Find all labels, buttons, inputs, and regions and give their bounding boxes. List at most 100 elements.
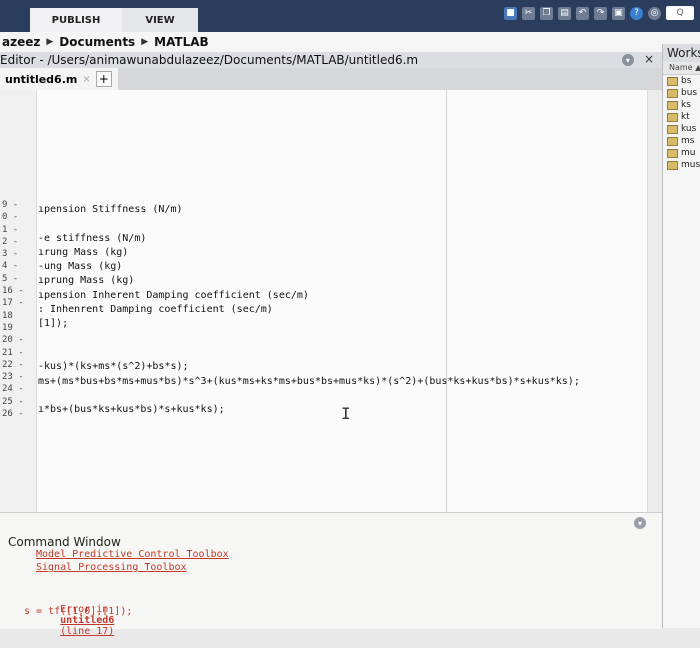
file-tab-label: untitled6.m — [5, 72, 78, 86]
line-number: 20 - — [2, 335, 24, 346]
code-line[interactable] — [38, 390, 648, 404]
code-line[interactable]: -kus)*(ks+ms*(s^2)+bs*s); — [38, 361, 648, 375]
workspace-variable-name: kt — [681, 112, 690, 122]
toolbox-link-signal[interactable]: Signal Processing Toolbox — [36, 562, 229, 575]
line-number: 24 - — [2, 384, 24, 395]
editor-file-tabs: untitled6.m × + — [0, 68, 662, 90]
line-number-gutter: 9 - 0 -1 -2 - 3 -4 -5 - 16 -17 -18 19 20 -21 … — [0, 90, 37, 512]
line-number: 22 - — [2, 359, 24, 370]
matrix-variable-icon — [667, 136, 678, 146]
matrix-variable-icon — [667, 160, 678, 170]
cut-icon[interactable]: ✂ — [522, 6, 535, 20]
switch-windows-icon[interactable]: ▣ — [612, 6, 625, 20]
matrix-variable-icon — [667, 76, 678, 86]
code-line[interactable]: ıpension Stiffness (N/m) — [38, 204, 648, 218]
line-number: 19 — [2, 322, 13, 333]
editor-actions-icon[interactable]: ▾ — [621, 54, 634, 66]
workspace-panel: Works Name ▲ bs bus ks kt kus ms mu mus — [662, 44, 700, 628]
breadcrumb-item-user[interactable]: azeez — [2, 35, 40, 49]
tab-untitled6[interactable]: untitled6.m × + — [0, 68, 118, 90]
code-line[interactable] — [38, 447, 648, 461]
line-number: 18 — [2, 310, 13, 321]
workspace-variable-list: bs bus ks kt kus ms mu mus — [663, 75, 700, 171]
command-window-actions-icon[interactable]: ▾ — [634, 517, 646, 529]
line-number: 17 - — [2, 298, 24, 309]
breadcrumb-item-documents[interactable]: Documents — [59, 35, 135, 49]
close-editor-button[interactable]: × — [644, 52, 654, 66]
code-line[interactable]: ırung Mass (kg) — [38, 247, 648, 261]
code-line[interactable]: ms+(ms*bus+bs*ms+mus*bs)*s^3+(kus*ms+ks*… — [38, 376, 648, 390]
workspace-variable[interactable]: bs — [663, 75, 700, 87]
line-number: 0 - — [2, 212, 19, 223]
workspace-name-column[interactable]: Name ▲ — [663, 62, 700, 75]
matrix-variable-icon — [667, 148, 678, 158]
workspace-variable[interactable]: bus — [663, 87, 700, 99]
workspace-variable-name: ms — [681, 136, 695, 146]
command-window[interactable]: ▾ Command Window Model Predictive Contro… — [0, 512, 662, 637]
workspace-title: Works — [663, 44, 700, 62]
workspace-variable[interactable]: mus — [663, 159, 700, 171]
tab-view[interactable]: VIEW — [122, 8, 198, 32]
code-line[interactable]: ıpension Inherent Damping coefficient (s… — [38, 290, 648, 304]
workspace-variable-name: mus — [681, 160, 700, 170]
line-number: 16 - — [2, 286, 24, 297]
code-line[interactable]: ıprung Mass (kg) — [38, 275, 648, 289]
code-editor[interactable]: 9 - 0 -1 -2 - 3 -4 -5 - 16 -17 -18 19 20 -21 … — [0, 90, 662, 512]
toolbox-link-mpc[interactable]: Model Predictive Control Toolbox — [36, 549, 229, 562]
workspace-variable[interactable]: mu — [663, 147, 700, 159]
tab-publish[interactable]: PUBLISH — [30, 8, 122, 32]
command-window-title: Command Window — [8, 535, 121, 549]
search-documentation-input[interactable]: Q — [666, 6, 694, 20]
editor-titlebar: Editor - /Users/animawunabdulazeez/Docum… — [0, 52, 662, 68]
breadcrumb: azeez ▶ Documents ▶ MATLAB — [0, 32, 700, 52]
line-numbers: 9 - 0 -1 -2 - 3 -4 -5 - 16 -17 -18 19 20 -21 … — [0, 200, 36, 421]
matrix-variable-icon — [667, 88, 678, 98]
error-message: Error in untitled6 (line 17) s = tf([1,0… — [24, 593, 132, 637]
line-number: 23 - — [2, 372, 24, 383]
code-line[interactable]: : Inhenrent Damping coefficient (sec/m) — [38, 304, 648, 318]
line-number: 5 - — [2, 273, 19, 284]
workspace-variable-name: bus — [681, 88, 698, 98]
line-number: 26 - — [2, 409, 24, 420]
undo-icon[interactable]: ↶ — [576, 6, 589, 20]
line-number: 25 - — [2, 396, 24, 407]
chevron-right-icon: ▶ — [46, 37, 54, 47]
line-number: 1 - — [2, 224, 19, 235]
workspace-variable[interactable]: ms — [663, 135, 700, 147]
code-line[interactable] — [38, 433, 648, 447]
code-line[interactable]: -ung Mass (kg) — [38, 261, 648, 275]
editor-title: Editor - /Users/animawunabdulazeez/Docum… — [0, 53, 419, 67]
matrix-variable-icon — [667, 124, 678, 134]
breadcrumb-item-matlab[interactable]: MATLAB — [154, 35, 209, 49]
text-cursor-icon: I — [341, 404, 351, 423]
code-line[interactable]: [1]); — [38, 318, 648, 332]
redo-icon[interactable]: ↷ — [594, 6, 607, 20]
line-number: 2 - — [2, 236, 19, 247]
workspace-variable-name: mu — [681, 148, 696, 158]
line-number: 21 - — [2, 347, 24, 358]
code-line[interactable] — [38, 333, 648, 347]
save-icon[interactable]: ■ — [504, 6, 517, 20]
workspace-variable[interactable]: kt — [663, 111, 700, 123]
workspace-variable-name: ks — [681, 100, 691, 110]
code-line[interactable]: -e stiffness (N/m) — [38, 233, 648, 247]
toolbox-links: Model Predictive Control Toolbox Signal … — [36, 549, 229, 575]
workspace-variable-name: bs — [681, 76, 692, 86]
copy-icon[interactable]: ❐ — [540, 6, 553, 20]
new-tab-button[interactable]: + — [95, 71, 112, 87]
line-number: 3 - — [2, 249, 19, 260]
workspace-variable[interactable]: kus — [663, 123, 700, 135]
code-line[interactable] — [38, 218, 648, 232]
paste-icon[interactable]: ▤ — [558, 6, 571, 20]
workspace-variable[interactable]: ks — [663, 99, 700, 111]
quick-access-toolbar: ■ ✂ ❐ ▤ ↶ ↷ ▣ ? ◎ Q — [504, 6, 694, 20]
matrix-variable-icon — [667, 112, 678, 122]
workspace-variable-name: kus — [681, 124, 697, 134]
close-tab-icon[interactable]: × — [82, 74, 90, 85]
help-icon[interactable]: ? — [630, 6, 643, 20]
chevron-right-icon: ▶ — [141, 37, 149, 47]
line-number: 9 - — [2, 200, 19, 210]
expand-icon[interactable]: ◎ — [648, 6, 661, 20]
editor-scrollbar[interactable] — [647, 90, 662, 512]
code-line[interactable] — [38, 347, 648, 361]
